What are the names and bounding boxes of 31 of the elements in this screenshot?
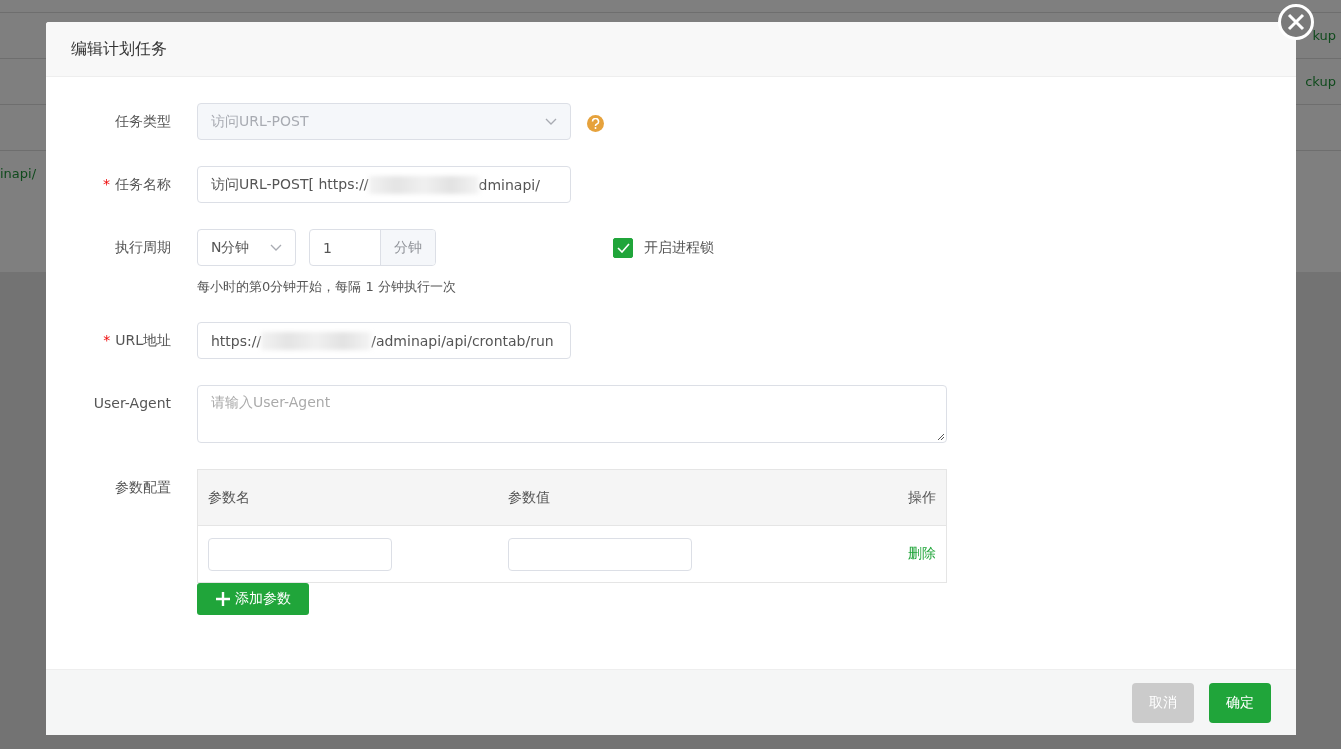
check-icon bbox=[616, 242, 630, 253]
column-header: 参数值 bbox=[508, 488, 551, 507]
chevron-down-icon bbox=[545, 117, 557, 126]
number-input-field[interactable]: 1 分钟 bbox=[309, 229, 436, 266]
table-cell-text: inapi/ bbox=[0, 165, 37, 181]
param-value-field[interactable] bbox=[508, 537, 692, 571]
column-header: 操作 bbox=[907, 488, 936, 507]
param-name-field[interactable] bbox=[208, 537, 392, 571]
checkbox-label: 开启进程锁 bbox=[644, 238, 714, 257]
delete-link[interactable]: 删除 bbox=[836, 545, 936, 563]
confirm-button[interactable]: 确定 bbox=[1209, 682, 1271, 723]
period-select[interactable]: N分钟 bbox=[197, 229, 296, 266]
checkbox[interactable] bbox=[613, 237, 633, 258]
field-label: * URL地址 bbox=[102, 331, 171, 350]
plus-icon bbox=[215, 592, 230, 606]
text-input-field[interactable]: https:// /adminapi/api/crontab/run bbox=[197, 322, 571, 359]
table-cell-text: ckup bbox=[1305, 73, 1336, 89]
field-label: * 任务名称 bbox=[102, 175, 171, 194]
table-cell-text: kup bbox=[1312, 27, 1336, 43]
text-input-field[interactable]: 访问URL-POST[ https:// dminapi/ bbox=[197, 166, 571, 203]
resize-handle-icon[interactable] bbox=[937, 433, 945, 441]
add-param-button[interactable]: 添加参数 bbox=[197, 583, 309, 615]
hint-text: 每小时的第0分钟开始，每隔 1 分钟执行一次 bbox=[197, 278, 457, 296]
field-label: User-Agent bbox=[92, 394, 171, 413]
user-agent-field[interactable]: 请输入User-Agent bbox=[197, 385, 947, 443]
field-label: 任务类型 bbox=[114, 112, 171, 131]
field-label: 执行周期 bbox=[114, 238, 171, 257]
chevron-down-icon bbox=[270, 243, 282, 252]
field-label: 参数配置 bbox=[114, 478, 171, 497]
dialog-title: 编辑计划任务 bbox=[71, 38, 167, 60]
column-header: 参数名 bbox=[208, 488, 251, 507]
